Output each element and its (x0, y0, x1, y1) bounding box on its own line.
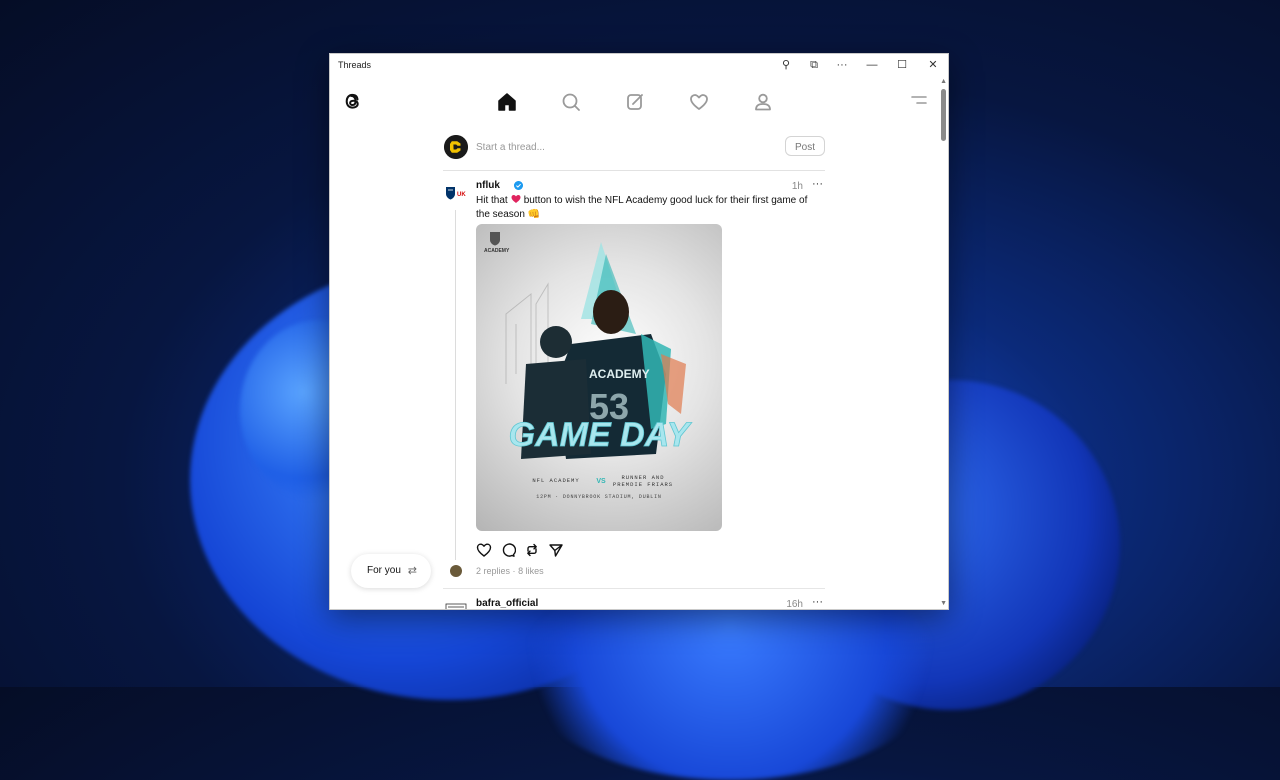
post-button[interactable]: Post (785, 136, 825, 156)
post-more-icon[interactable]: ··· (812, 178, 823, 190)
scroll-up-icon[interactable]: ▲ (940, 78, 947, 85)
vs-text: VS (596, 478, 606, 485)
post-username[interactable]: nfluk (476, 180, 500, 191)
venue-text: 12PM · DONNYBROOK STADIUM, DUBLIN (536, 494, 661, 500)
reply-icon[interactable] (500, 542, 516, 558)
swap-icon: ⇄ (407, 565, 417, 577)
svg-text:UK: UK (457, 192, 466, 198)
menu-icon[interactable] (910, 94, 928, 106)
minimize-button[interactable]: — (864, 57, 880, 73)
game-day-headline: GAME DAY (509, 416, 693, 454)
profile-icon[interactable] (751, 90, 775, 114)
thread-line (455, 210, 456, 560)
heart-icon[interactable] (687, 90, 711, 114)
scrollbar-thumb[interactable] (941, 89, 946, 141)
scroll-down-icon[interactable]: ▼ (940, 600, 947, 607)
bafra-avatar[interactable] (445, 602, 467, 610)
nfl-shield-icon (490, 232, 500, 246)
pin-icon[interactable]: ⚲ (778, 57, 794, 73)
feed-toggle-button[interactable]: For you ⇄ (351, 554, 431, 588)
post-actions (476, 542, 596, 558)
jersey-text: ACADEMY (589, 367, 650, 381)
verified-badge-icon (514, 181, 523, 190)
search-icon[interactable] (559, 90, 583, 114)
threads-window: Threads ⚲ ⧉ ··· — ☐ ✕ ▲ ▼ Start a thread… (329, 53, 949, 610)
post-username[interactable]: bafra_official (476, 598, 538, 609)
heart-emoji-icon (511, 195, 521, 203)
home-icon[interactable] (495, 90, 519, 114)
post-text: Hit that button to wish the NFL Academy g… (476, 195, 808, 220)
maximize-button[interactable]: ☐ (894, 57, 910, 73)
academy-brand: ACADEMY (484, 248, 510, 254)
thread-composer: Start a thread... Post (443, 134, 825, 171)
nfluk-avatar[interactable]: UK (445, 186, 467, 200)
title-bar: Threads ⚲ ⧉ ··· — ☐ ✕ (330, 54, 948, 76)
feed-toggle-label: For you (367, 565, 401, 576)
cast-icon[interactable]: ⧉ (806, 57, 822, 73)
repost-icon[interactable] (524, 542, 540, 558)
post-timestamp: 16h (786, 599, 803, 610)
top-nav (330, 88, 948, 120)
scrollbar[interactable] (939, 76, 948, 609)
close-button[interactable]: ✕ (925, 57, 941, 73)
reply-avatar (450, 565, 462, 577)
post-stats[interactable]: 2 replies · 8 likes (476, 566, 544, 576)
team-right-line1: RUNNER AND (621, 474, 664, 481)
avatar[interactable] (444, 135, 468, 159)
post-image[interactable]: 53 ACADEMY GAME DAY NFL ACADEMY VS RUNNE… (476, 224, 722, 531)
share-icon[interactable] (548, 542, 564, 558)
game-day-graphic: 53 ACADEMY GAME DAY NFL ACADEMY VS RUNNE… (484, 232, 693, 500)
like-icon[interactable] (476, 542, 492, 558)
team-left-text: NFL ACADEMY (532, 477, 579, 484)
thread-post: bafra_official 16h ··· (443, 594, 825, 610)
post-more-icon[interactable]: ··· (812, 596, 823, 608)
window-title: Threads (338, 60, 372, 70)
start-thread-input[interactable]: Start a thread... (476, 142, 545, 153)
team-right-line2: PREMDIE FRIARS (613, 481, 673, 488)
compose-icon[interactable] (623, 90, 647, 114)
post-timestamp: 1h (791, 181, 803, 192)
thread-post: UK nfluk 1h ··· Hit that button to wish t… (443, 176, 825, 589)
more-options-icon[interactable]: ··· (834, 57, 850, 73)
